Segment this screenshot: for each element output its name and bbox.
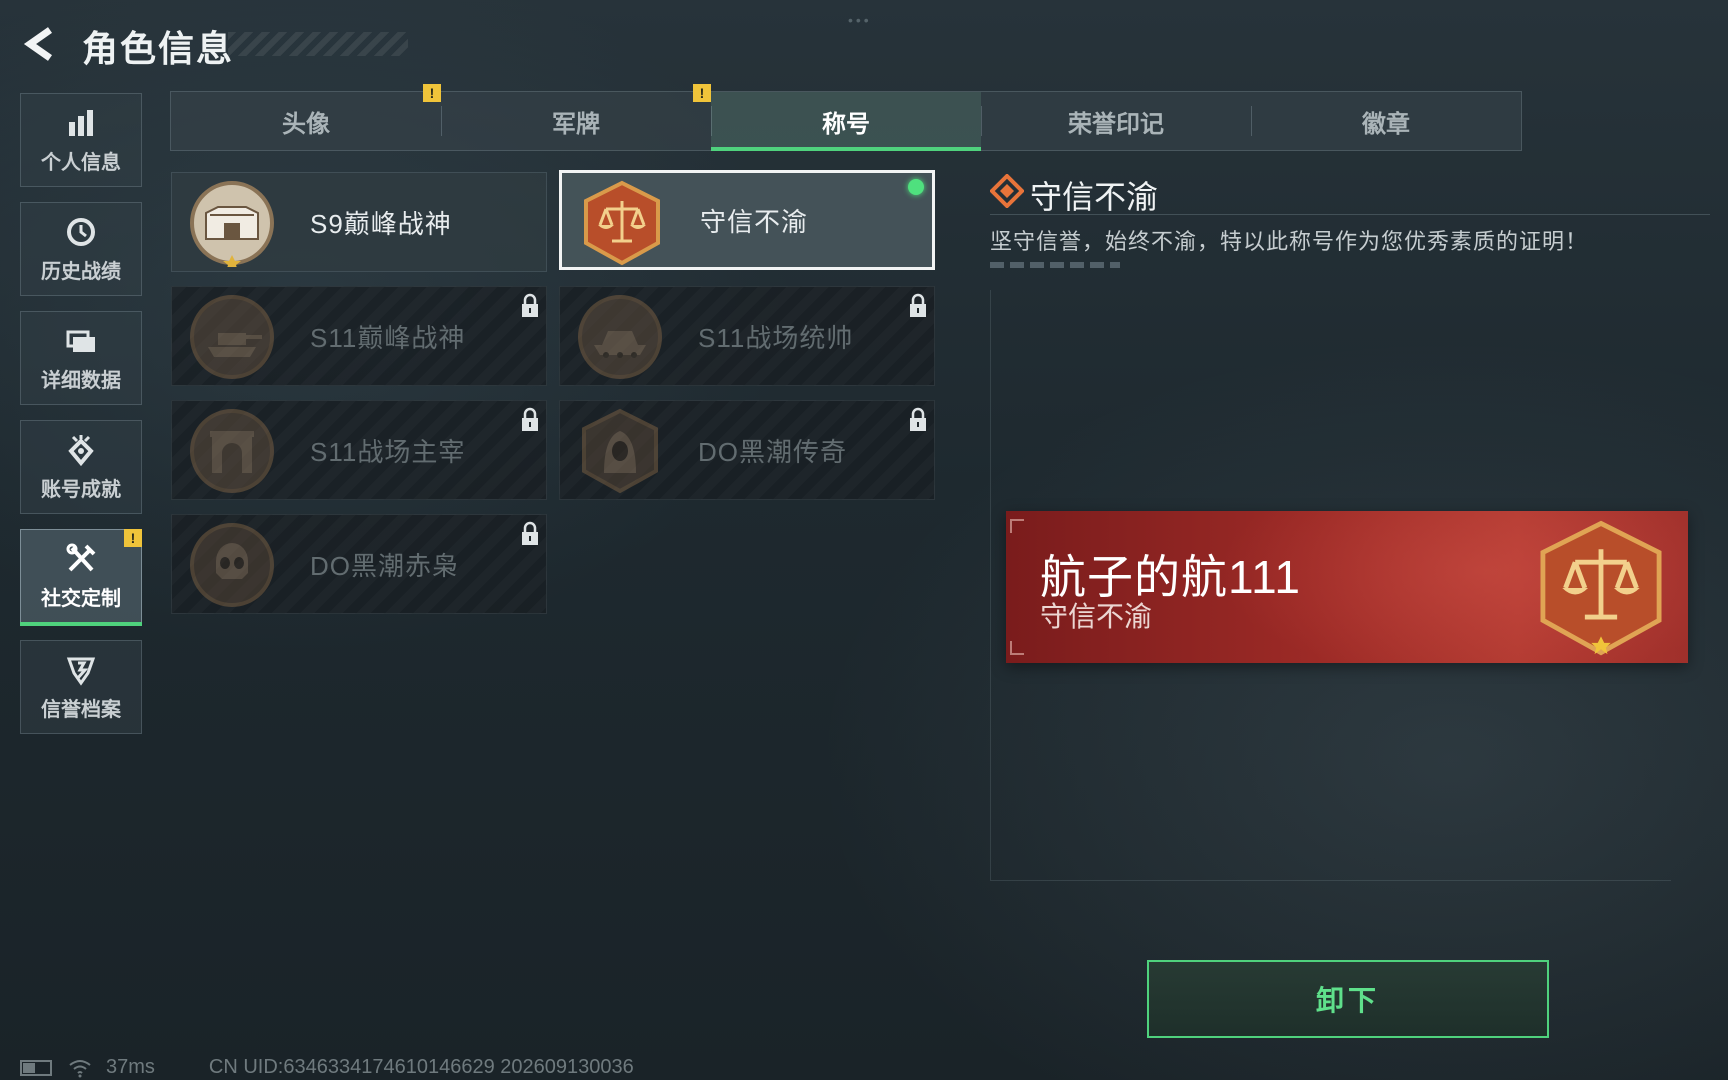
- tab-dogtag[interactable]: 军牌 !: [441, 84, 711, 150]
- title-name: S11巅峰战神: [310, 322, 466, 353]
- sidebar-item-label: 社交定制: [41, 587, 121, 610]
- active-indicator: [20, 622, 142, 626]
- vehicle-medal-icon: [578, 295, 662, 379]
- scales-medal-icon: [1540, 520, 1662, 656]
- tab-avatar[interactable]: 头像 !: [171, 84, 441, 150]
- unequip-button[interactable]: 卸下: [1147, 960, 1549, 1038]
- skull-medal-icon: [190, 523, 274, 607]
- lock-icon: [522, 407, 538, 431]
- title-name: S9巅峰战神: [310, 208, 452, 239]
- tab-bar: 头像 ! 军牌 ! 称号 荣誉印记 徽章: [170, 84, 1522, 151]
- tab-label: 称号: [822, 110, 870, 138]
- uid-text: CN UID:6346334174610146629 202609130036: [208, 1056, 634, 1078]
- title-card[interactable]: 守信不渝: [559, 170, 935, 270]
- alert-badge: !: [693, 84, 711, 102]
- detail-description: 坚守信誉，始终不渝，特以此称号作为您优秀素质的证明！: [990, 229, 1589, 254]
- history-clock-icon: [67, 217, 95, 246]
- title-name: DO黑潮传奇: [698, 436, 848, 467]
- sidebar-item-history[interactable]: 历史战绩: [20, 202, 142, 296]
- alert-badge: !: [124, 529, 142, 547]
- title-card[interactable]: DO黑潮赤枭: [171, 514, 547, 614]
- tools-icon: [66, 543, 96, 571]
- battery-icon: [20, 1059, 52, 1076]
- title-name: S11战场统帅: [698, 322, 854, 353]
- tab-label: 军牌: [552, 110, 600, 138]
- tab-badge[interactable]: 徽章: [1251, 92, 1521, 150]
- sidebar-item-label: 历史战绩: [41, 260, 121, 283]
- tab-label: 头像: [282, 110, 330, 138]
- sidebar-item-data[interactable]: 详细数据: [20, 311, 142, 405]
- back-arrow-icon[interactable]: [20, 26, 60, 62]
- alert-badge: !: [423, 84, 441, 102]
- drag-handle-dots: •••: [848, 12, 872, 28]
- lock-icon: [522, 293, 538, 317]
- divider: [990, 214, 1710, 215]
- title-card[interactable]: S11巅峰战神: [171, 286, 547, 386]
- lock-icon: [910, 293, 926, 317]
- credit-icon: [66, 657, 96, 686]
- tab-label: 荣誉印记: [1068, 110, 1164, 138]
- sidebar-item-label: 信誉档案: [41, 698, 121, 721]
- lock-icon: [910, 407, 926, 431]
- sidebar-item-label: 账号成就: [41, 478, 121, 501]
- title-name: S11战场主宰: [310, 436, 466, 467]
- tab-honor-mark[interactable]: 荣誉印记: [981, 92, 1251, 150]
- title-name: DO黑潮赤枭: [310, 550, 460, 581]
- player-title: 守信不渝: [1040, 601, 1153, 632]
- nameplate-preview: 航子的航111 守信不渝: [1006, 511, 1688, 663]
- page-title: 角色信息: [82, 28, 235, 69]
- hooded-figure-medal-icon: [582, 408, 658, 494]
- decorative-dashes: [990, 262, 1120, 268]
- bar-chart-icon: [69, 109, 93, 136]
- title-card[interactable]: S9巅峰战神: [171, 172, 547, 272]
- diamond-icon: [990, 174, 1024, 208]
- title-card[interactable]: DO黑潮传奇: [559, 400, 935, 500]
- title-card[interactable]: S11战场主宰: [171, 400, 547, 500]
- achievement-icon: [68, 434, 94, 466]
- corner-bracket: [1010, 519, 1024, 533]
- sidebar-item-label: 详细数据: [41, 369, 121, 392]
- sidebar-item-profile[interactable]: 个人信息: [20, 93, 142, 187]
- sidebar-item-achievements[interactable]: 账号成就: [20, 420, 142, 514]
- ping-value: 37ms: [106, 1056, 155, 1078]
- arch-medal-icon: [190, 409, 274, 493]
- scales-medal-icon: [584, 180, 660, 266]
- title-name: 守信不渝: [700, 206, 809, 237]
- folder-icon: [66, 330, 95, 352]
- status-bar: 37ms CN UID:6346334174610146629 20260913…: [20, 1056, 634, 1079]
- corner-bracket: [1010, 641, 1024, 655]
- tank-medal-icon: [190, 295, 274, 379]
- sidebar-item-social-custom[interactable]: 社交定制 !: [20, 529, 142, 626]
- lock-icon: [522, 521, 538, 545]
- tab-label: 徽章: [1362, 110, 1410, 138]
- equipped-indicator: [908, 179, 924, 195]
- sidebar-item-label: 个人信息: [41, 151, 121, 174]
- tab-title[interactable]: 称号: [711, 92, 981, 151]
- fortress-medal-icon: [190, 181, 274, 267]
- title-card[interactable]: S11战场统帅: [559, 286, 935, 386]
- title-decoration: [228, 32, 408, 56]
- wifi-icon: [69, 1059, 91, 1077]
- detail-title: 守信不渝: [1030, 179, 1159, 215]
- sidebar-item-credit[interactable]: 信誉档案: [20, 640, 142, 734]
